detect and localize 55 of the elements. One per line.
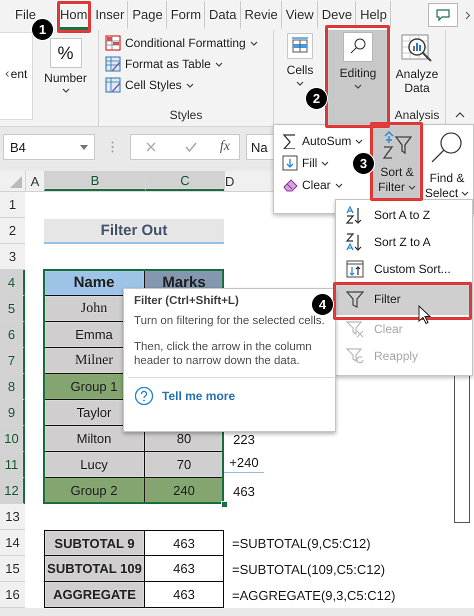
formula-text: =SUBTOTAL(9,C5:C12)	[231, 534, 372, 553]
table-cell: SUBTOTAL 109	[44, 556, 145, 582]
row-header[interactable]: 10	[0, 426, 25, 452]
row-header[interactable]: 5	[0, 296, 25, 322]
row-header[interactable]: 12	[0, 478, 25, 504]
group-label: ent	[10, 67, 28, 81]
calculation-text: +240	[224, 452, 264, 473]
menu-item[interactable]: AutoSum	[282, 133, 364, 149]
name-box[interactable]: B4	[3, 134, 95, 160]
table-cell: AGGREGATE	[44, 582, 145, 608]
column-header[interactable]: D	[224, 171, 236, 191]
group-label: Analysis	[394, 108, 440, 122]
row-header[interactable]: 2	[0, 218, 25, 244]
calculation-text: 463	[232, 482, 256, 500]
formula-text: =AGGREGATE(9,3,C5:C12)	[231, 586, 396, 605]
row-header[interactable]: 1	[0, 192, 25, 218]
formula-text: =SUBTOTAL(109,C5:C12)	[231, 560, 386, 579]
row-header[interactable]: 4	[0, 270, 25, 296]
menu-item[interactable]: Clear	[282, 177, 343, 193]
cells-button[interactable]: Cells	[282, 30, 318, 88]
ribbon-button[interactable]: Cell Styles	[105, 77, 258, 93]
editing-button[interactable]: Editing	[326, 30, 390, 124]
table-cell: 463	[144, 530, 224, 556]
row-header[interactable]: 14	[0, 530, 25, 556]
group-label: Styles	[170, 108, 202, 122]
table-cell: 240	[145, 478, 224, 504]
ribbon-button[interactable]: Conditional Formatting	[105, 35, 258, 51]
row-header[interactable]: 15	[0, 556, 25, 582]
row-header[interactable]: 13	[0, 504, 25, 530]
analyze-data-button[interactable]: Analyze Data	[389, 30, 445, 97]
row-header[interactable]: 7	[0, 348, 25, 374]
help-link[interactable]: Tell me more	[162, 389, 236, 403]
row-header[interactable]: 6	[0, 322, 25, 348]
calculation-text: 223	[232, 430, 256, 448]
menu-item[interactable]: Fill	[282, 155, 330, 171]
row-header[interactable]: 16	[0, 582, 25, 608]
table-cell: Milton	[44, 426, 145, 452]
menu-item[interactable]: Sort Z to A	[336, 228, 472, 255]
table-cell: SUBTOTAL 9	[44, 530, 145, 556]
percent-icon: %	[50, 38, 82, 68]
ribbon-button[interactable]: Format as Table	[105, 56, 258, 72]
column-header[interactable]: B	[44, 171, 145, 191]
menu-item[interactable]: Custom Sort...	[336, 255, 472, 282]
number-button[interactable]: % Number	[40, 38, 91, 95]
row-header[interactable]: 11	[0, 452, 25, 478]
row-header[interactable]: 8	[0, 374, 25, 400]
table-cell: 70	[145, 452, 224, 478]
table-cell: 463	[144, 582, 224, 608]
sheet-title: Filter Out	[44, 219, 224, 244]
insert-function-button[interactable]: fx	[220, 139, 230, 155]
table-cell: 463	[144, 556, 224, 582]
table-cell: Group 2	[44, 478, 145, 504]
column-header[interactable]: C	[145, 171, 224, 191]
table-cell: Lucy	[44, 452, 145, 478]
row-header[interactable]: 9	[0, 400, 25, 426]
